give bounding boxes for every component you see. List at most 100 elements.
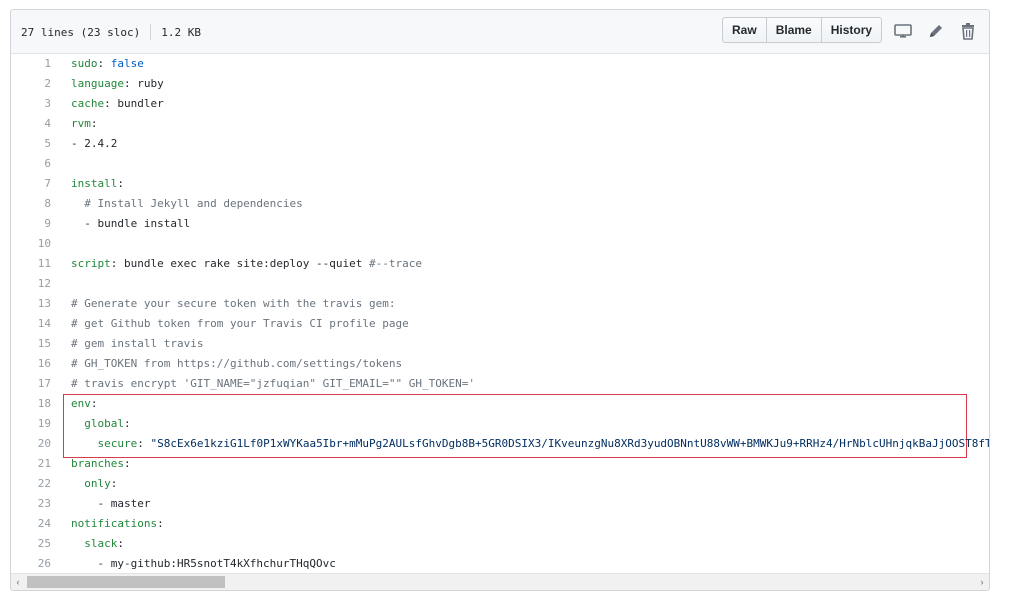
code-token: "S8cEx6e1kziG1Lf0P1xWYKaa5Ibr+mMuPg2AULs… [150,437,990,450]
file-header: 27 lines (23 sloc) 1.2 KB Raw Blame Hist… [11,10,989,54]
history-button[interactable]: History [820,17,883,43]
line-code: only: [71,474,117,494]
line-count: 27 lines (23 sloc) [21,25,141,39]
line-number[interactable]: 3 [11,94,51,114]
line-code: global: [71,414,131,434]
line-number[interactable]: 20 [11,434,51,454]
line-number[interactable]: 19 [11,414,51,434]
line-number[interactable]: 18 [11,394,51,414]
code-line: 9 - bundle install [11,214,989,234]
line-number[interactable]: 14 [11,314,51,334]
code-area: 1 sudo: false 2 language: ruby 3 cache: bundl… [11,54,989,574]
line-code: slack: [71,534,124,554]
code-token: false [110,57,144,70]
file-size: 1.2 KB [161,25,201,39]
line-number[interactable]: 15 [11,334,51,354]
code-line: 6 [11,154,989,174]
line-code: - my-github:HR5snotT4kXfhchurTHqQOvc [71,554,336,574]
divider [150,24,152,40]
code-line: 22 only: [11,474,989,494]
line-number[interactable]: 23 [11,494,51,514]
code-line: 21 branches: [11,454,989,474]
line-number[interactable]: 13 [11,294,51,314]
code-token: : [157,517,164,530]
code-token: env [71,397,91,410]
code-line: 4 rvm: [11,114,989,134]
line-number[interactable]: 21 [11,454,51,474]
code-token: cache [71,97,105,110]
line-number[interactable]: 10 [11,234,51,254]
line-number[interactable]: 9 [11,214,51,234]
code-token: : ruby [123,77,164,90]
code-token: # Generate your secure token with the tr… [71,297,396,310]
code-line: 15 # gem install travis [11,334,989,354]
line-code: # Install Jekyll and dependencies [71,194,303,214]
line-number[interactable]: 8 [11,194,51,214]
code-token: # travis encrypt 'GIT_NAME="jzfuqian" GI… [71,377,475,390]
code-line: 5 - 2.4.2 [11,134,989,154]
code-token: sudo [71,57,98,70]
code-token: slack [84,537,118,550]
code-token: branches [71,457,124,470]
line-number[interactable]: 16 [11,354,51,374]
code-token: : [90,397,98,410]
line-number[interactable]: 24 [11,514,51,534]
code-token: script [71,257,111,270]
file-viewer: 27 lines (23 sloc) 1.2 KB Raw Blame Hist… [10,9,990,591]
code-token: secure [97,437,138,450]
line-number[interactable]: 2 [11,74,51,94]
code-line: 20 secure: "S8cEx6e1kziG1Lf0P1xWYKaa5Ibr… [11,434,989,454]
scroll-left-arrow[interactable]: ‹ [11,574,25,590]
code-token: : [117,537,124,550]
line-number[interactable]: 7 [11,174,51,194]
code-token: : [124,417,131,430]
line-number[interactable]: 11 [11,254,51,274]
line-number[interactable]: 5 [11,134,51,154]
code-line: 7 install: [11,174,989,194]
line-code: sudo: false [71,54,144,74]
line-number[interactable]: 22 [11,474,51,494]
code-line: 8 # Install Jekyll and dependencies [11,194,989,214]
line-number[interactable]: 4 [11,114,51,134]
code-line: 10 [11,234,989,254]
line-number[interactable]: 6 [11,154,51,174]
code-token: install [71,177,118,190]
line-code: script: bundle exec rake site:deploy --q… [71,254,422,274]
line-number[interactable]: 12 [11,274,51,294]
code-token: - my-github:HR5snotT4kXfhchurTHqQOvc [71,557,336,570]
horizontal-scrollbar[interactable]: ‹ › [11,573,989,590]
code-token: language [71,77,124,90]
line-code: install: [71,174,124,194]
line-code: secure: "S8cEx6e1kziG1Lf0P1xWYKaa5Ibr+mM… [71,434,990,454]
trash-icon[interactable] [959,22,977,40]
code-line: 3 cache: bundler [11,94,989,114]
code-line: 13 # Generate your secure token with the … [11,294,989,314]
line-number[interactable]: 1 [11,54,51,74]
line-number[interactable]: 25 [11,534,51,554]
raw-button[interactable]: Raw [722,17,767,43]
code-token: - 2.4.2 [71,137,118,150]
code-token: rvm [71,117,91,130]
line-number[interactable]: 17 [11,374,51,394]
code-token: : bundle exec rake site:deploy --quiet [110,257,370,270]
pencil-icon[interactable] [927,22,945,40]
code-line: 23 - master [11,494,989,514]
code-line: 26 - my-github:HR5snotT4kXfhchurTHqQOvc [11,554,989,574]
code-line: 18 env: [11,394,989,414]
code-token: : [123,457,131,470]
line-code: # travis encrypt 'GIT_NAME="jzfuqian" GI… [71,374,475,394]
desktop-icon[interactable] [894,22,912,40]
scroll-right-arrow[interactable]: › [975,574,989,590]
line-code: env: [71,394,98,414]
code-token: : bundler [104,97,164,110]
line-code: branches: [71,454,131,474]
scroll-thumb[interactable] [27,576,225,588]
code-line: 16 # GH_TOKEN from https://github.com/set… [11,354,989,374]
file-actions: Raw Blame History [722,17,883,43]
blame-button[interactable]: Blame [765,17,822,43]
line-number[interactable]: 26 [11,554,51,574]
line-code: # gem install travis [71,334,203,354]
